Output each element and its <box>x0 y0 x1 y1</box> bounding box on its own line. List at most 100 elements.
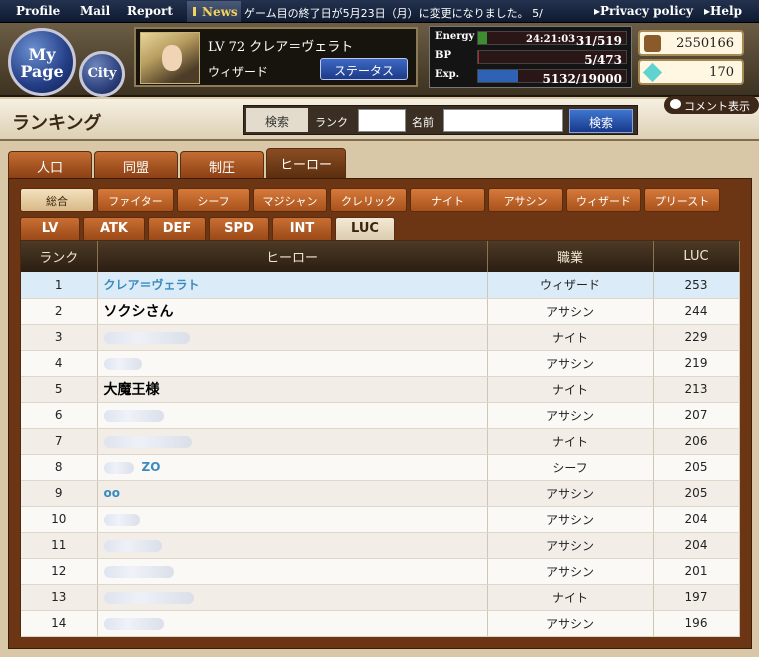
luc-cell: 204 <box>653 532 740 559</box>
nav-mail[interactable]: Mail <box>80 4 110 18</box>
search-button[interactable]: 検索 <box>569 109 633 133</box>
nav-profile[interactable]: Profile <box>16 4 60 18</box>
table-row[interactable]: 11 アサシン 204 <box>21 532 740 559</box>
stat-tab-lv[interactable]: LV <box>20 217 80 240</box>
hero-name-cell <box>97 324 488 351</box>
hero-name-cell <box>97 610 488 637</box>
hero-name[interactable]: oo <box>104 486 121 500</box>
table-row[interactable]: 3 ナイト 229 <box>21 324 740 351</box>
character-panel: LV 72 クレア＝ヴェラト ウィザード ステータス <box>134 27 418 87</box>
redacted-name <box>103 331 190 344</box>
status-button[interactable]: ステータス <box>320 58 408 80</box>
gem-value: 170 <box>709 65 734 80</box>
tab-population[interactable]: 人口 <box>8 151 92 178</box>
hero-name-cell: クレア＝ヴェラト <box>97 272 488 299</box>
hero-name-cell <box>97 558 488 585</box>
table-row[interactable]: 9 oo アサシン 205 <box>21 480 740 507</box>
hero-name-cell <box>97 532 488 559</box>
luc-cell: 219 <box>653 350 740 377</box>
name-input[interactable] <box>443 109 563 132</box>
hero-name[interactable]: ZO <box>142 460 161 474</box>
news-ticker[interactable]: ゲーム目の終了日が5月23日（月）に変更になりました。 5/ <box>244 1 574 22</box>
energy-label: Energy <box>435 31 475 42</box>
rank-cell: 6 <box>21 402 98 429</box>
rank-input[interactable] <box>358 109 406 132</box>
exp-label: Exp. <box>435 69 460 80</box>
help-label: Help <box>710 4 742 18</box>
table-row[interactable]: 10 アサシン 204 <box>21 506 740 533</box>
class-tab-priest[interactable]: プリースト <box>644 188 720 212</box>
energy-bar-fill <box>478 32 487 44</box>
redacted-name <box>103 513 140 526</box>
job-cell: アサシン <box>487 558 654 585</box>
ranking-table: ランク ヒーロー 職業 LUC 1 クレア＝ヴェラト ウィザード 253 2 ソクシさんア… <box>20 240 740 637</box>
hero-name[interactable]: クレア＝ヴェラト <box>104 276 200 293</box>
gem-icon <box>642 62 663 83</box>
bp-value: 5/473 <box>584 53 622 67</box>
table-row[interactable]: 14 アサシン 196 <box>21 610 740 637</box>
top-navigation: Profile Mail Report News ゲーム目の終了日が5月23日（… <box>0 0 759 23</box>
hero-name-cell <box>97 402 488 429</box>
job-cell: シーフ <box>487 454 654 481</box>
class-tab-knight[interactable]: ナイト <box>410 188 485 212</box>
nav-privacy-policy[interactable]: ▸Privacy policy <box>594 4 693 18</box>
character-level-name: LV 72 クレア＝ヴェラト <box>208 40 354 55</box>
class-tab-wizard[interactable]: ウィザード <box>566 188 641 212</box>
job-cell: アサシン <box>487 350 654 377</box>
luc-cell: 204 <box>653 506 740 533</box>
redacted-name <box>103 435 192 448</box>
news-icon <box>193 7 200 16</box>
tab-conquest[interactable]: 制圧 <box>180 151 264 178</box>
rank-cell: 3 <box>21 324 98 351</box>
table-row[interactable]: 8 ZO シーフ 205 <box>21 454 740 481</box>
stat-tab-def[interactable]: DEF <box>148 217 206 240</box>
class-tab-overall[interactable]: 総合 <box>20 188 94 212</box>
title-bar: ランキング 検索 ランク 名前 検索 <box>0 99 759 141</box>
rank-label: ランク <box>315 116 348 129</box>
class-tab-thief[interactable]: シーフ <box>177 188 250 212</box>
class-tab-cleric[interactable]: クレリック <box>330 188 407 212</box>
stat-tab-atk[interactable]: ATK <box>83 217 145 240</box>
luc-cell: 229 <box>653 324 740 351</box>
tab-hero[interactable]: ヒーロー <box>266 148 346 178</box>
class-tab-fighter[interactable]: ファイター <box>97 188 174 212</box>
luc-cell: 253 <box>653 272 740 299</box>
table-row[interactable]: 7 ナイト 206 <box>21 428 740 455</box>
rank-cell: 13 <box>21 584 98 611</box>
stat-tab-spd[interactable]: SPD <box>209 217 269 240</box>
news-label: News <box>187 1 241 22</box>
col-rank-header: ランク <box>21 241 98 272</box>
col-hero-header: ヒーロー <box>97 241 488 272</box>
nav-help[interactable]: ▸Help <box>704 4 742 18</box>
comment-toggle-button[interactable]: コメント表示 <box>664 96 759 114</box>
rank-cell: 9 <box>21 480 98 507</box>
table-row[interactable]: 5 大魔王様 ナイト 213 <box>21 376 740 403</box>
energy-timer: 24:21:03 <box>526 34 576 45</box>
table-row[interactable]: 2 ソクシさん アサシン 244 <box>21 298 740 325</box>
job-cell: ナイト <box>487 376 654 403</box>
tab-alliance[interactable]: 同盟 <box>94 151 178 178</box>
nav-report[interactable]: Report <box>127 4 173 18</box>
mypage-button[interactable]: My Page <box>8 28 76 96</box>
character-portrait <box>140 32 200 84</box>
stat-tab-int[interactable]: INT <box>272 217 332 240</box>
table-row[interactable]: 13 ナイト 197 <box>21 584 740 611</box>
hero-name-cell <box>97 428 488 455</box>
redacted-name <box>103 617 164 630</box>
rank-cell: 4 <box>21 350 98 377</box>
table-row[interactable]: 12 アサシン 201 <box>21 558 740 585</box>
job-cell: アサシン <box>487 402 654 429</box>
exp-value: 5132/19000 <box>542 72 622 86</box>
luc-cell: 244 <box>653 298 740 325</box>
city-button[interactable]: City <box>79 51 125 97</box>
table-row[interactable]: 6 アサシン 207 <box>21 402 740 429</box>
luc-cell: 196 <box>653 610 740 637</box>
table-row[interactable]: 1 クレア＝ヴェラト ウィザード 253 <box>21 272 740 299</box>
class-tab-assassin[interactable]: アサシン <box>488 188 563 212</box>
table-row[interactable]: 4 アサシン 219 <box>21 350 740 377</box>
class-tab-magician[interactable]: マジシャン <box>253 188 327 212</box>
stat-tab-luc[interactable]: LUC <box>335 217 395 240</box>
hero-name[interactable]: 大魔王様 <box>104 379 160 399</box>
hero-name[interactable]: ソクシさん <box>104 301 174 321</box>
redacted-name <box>103 461 134 474</box>
